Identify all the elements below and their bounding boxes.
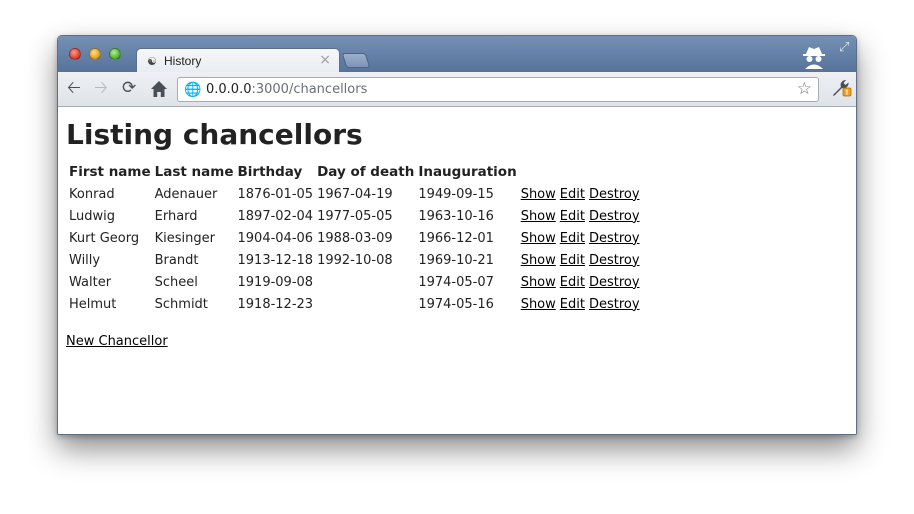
column-header: Last name (154, 164, 234, 180)
incognito-tab-icon: ☯ (147, 55, 157, 68)
inauguration-cell: 1966-12-01 (418, 230, 494, 246)
birthday-cell: 1919-09-08 (237, 274, 314, 290)
last-name-cell: Schmidt (154, 296, 208, 312)
url-path: :3000/chancellors (251, 82, 368, 97)
toolbar: 🡠 🡢 ⟳ 🌐 0.0.0.0:3000/chancellors ☆ ! (58, 72, 856, 107)
new-chancellor-link[interactable]: New Chancellor (66, 334, 168, 349)
chancellors-table: First name Last name Birthday Day of dea… (66, 160, 643, 316)
table-row: Ludwig Erhard 1897-02-04 1977-05-05 1963… (68, 206, 641, 226)
inauguration-cell: 1974-05-16 (418, 296, 494, 312)
table-row: Helmut Schmidt 1918-12-23 1974-05-16 Sho… (68, 294, 641, 314)
destroy-link[interactable]: Destroy (589, 187, 640, 202)
column-header: Day of death (317, 164, 415, 180)
edit-link[interactable]: Edit (560, 297, 585, 312)
edit-link[interactable]: Edit (560, 187, 585, 202)
inauguration-cell: 1974-05-07 (418, 274, 494, 290)
death-cell: 1988-03-09 (317, 230, 393, 246)
inauguration-cell: 1969-10-21 (418, 252, 494, 268)
last-name-cell: Brandt (154, 252, 199, 268)
death-cell (316, 294, 415, 314)
home-button[interactable] (150, 80, 168, 98)
table-row: Willy Brandt 1913-12-18 1992-10-08 1969-… (68, 250, 641, 270)
tab-title: History (164, 54, 202, 68)
column-header-actions (588, 162, 641, 182)
first-name-cell: Willy (69, 252, 101, 268)
forward-button[interactable]: 🡢 (94, 80, 108, 97)
last-name-cell: Erhard (154, 208, 198, 224)
table-row: Konrad Adenauer 1876-01-05 1967-04-19 19… (68, 184, 641, 204)
back-button[interactable]: 🡠 (67, 80, 81, 97)
first-name-cell: Helmut (69, 296, 117, 312)
show-link[interactable]: Show (521, 231, 556, 246)
birthday-cell: 1897-02-04 (237, 208, 314, 224)
first-name-cell: Walter (69, 274, 112, 290)
bookmark-star-icon[interactable]: ☆ (797, 79, 812, 99)
tab-history[interactable]: ☯ History × (136, 48, 340, 73)
column-header-actions (520, 162, 557, 182)
last-name-cell: Adenauer (154, 186, 218, 202)
destroy-link[interactable]: Destroy (589, 275, 640, 290)
title-bar: ☯ History × ⤢ (58, 36, 856, 73)
wrench-icon[interactable]: ! (830, 77, 852, 99)
birthday-cell: 1913-12-18 (237, 252, 314, 268)
birthday-cell: 1876-01-05 (237, 186, 314, 202)
incognito-icon (803, 47, 825, 69)
close-window-button[interactable] (69, 48, 81, 60)
page-title: Listing chancellors (66, 118, 363, 151)
show-link[interactable]: Show (521, 297, 556, 312)
edit-link[interactable]: Edit (560, 231, 585, 246)
table-row: Walter Scheel 1919-09-08 1974-05-07 Show… (68, 272, 641, 292)
url-text[interactable]: 0.0.0.0:3000/chancellors (206, 82, 367, 97)
edit-link[interactable]: Edit (560, 275, 585, 290)
table-header-row: First name Last name Birthday Day of dea… (68, 162, 641, 182)
death-cell (316, 272, 415, 292)
browser-window: ☯ History × ⤢ 🡠 🡢 ⟳ 🌐 0.0.0.0:3000/chanc… (57, 35, 857, 435)
death-cell: 1977-05-05 (317, 208, 393, 224)
tab-close-icon[interactable]: × (319, 52, 331, 68)
destroy-link[interactable]: Destroy (589, 253, 640, 268)
death-cell: 1992-10-08 (317, 252, 393, 268)
page-content: Listing chancellors First name Last name… (58, 108, 856, 434)
destroy-link[interactable]: Destroy (589, 297, 640, 312)
first-name-cell: Kurt Georg (69, 230, 140, 246)
show-link[interactable]: Show (521, 253, 556, 268)
show-link[interactable]: Show (521, 275, 556, 290)
column-header-actions (559, 162, 586, 182)
table-row: Kurt Georg Kiesinger 1904-04-06 1988-03-… (68, 228, 641, 248)
address-bar[interactable]: 🌐 0.0.0.0:3000/chancellors ☆ (177, 77, 819, 102)
destroy-link[interactable]: Destroy (589, 209, 640, 224)
svg-text:!: ! (845, 89, 848, 97)
new-tab-button[interactable] (341, 53, 371, 68)
zoom-window-button[interactable] (109, 48, 121, 60)
first-name-cell: Ludwig (69, 208, 116, 224)
minimize-window-button[interactable] (89, 48, 101, 60)
column-header: Birthday (237, 164, 303, 180)
birthday-cell: 1918-12-23 (237, 296, 314, 312)
globe-icon: 🌐 (184, 82, 202, 98)
expand-icon[interactable]: ⤢ (839, 40, 849, 55)
edit-link[interactable]: Edit (560, 209, 585, 224)
last-name-cell: Kiesinger (154, 230, 215, 246)
column-header: First name (69, 164, 151, 180)
url-host: 0.0.0.0 (206, 82, 252, 97)
inauguration-cell: 1949-09-15 (418, 186, 494, 202)
first-name-cell: Konrad (69, 186, 115, 202)
show-link[interactable]: Show (521, 187, 556, 202)
edit-link[interactable]: Edit (560, 253, 585, 268)
show-link[interactable]: Show (521, 209, 556, 224)
last-name-cell: Scheel (154, 274, 198, 290)
column-header: Inauguration (418, 164, 517, 180)
destroy-link[interactable]: Destroy (589, 231, 640, 246)
birthday-cell: 1904-04-06 (237, 230, 314, 246)
reload-button[interactable]: ⟳ (122, 80, 136, 97)
death-cell: 1967-04-19 (317, 186, 393, 202)
inauguration-cell: 1963-10-16 (418, 208, 494, 224)
